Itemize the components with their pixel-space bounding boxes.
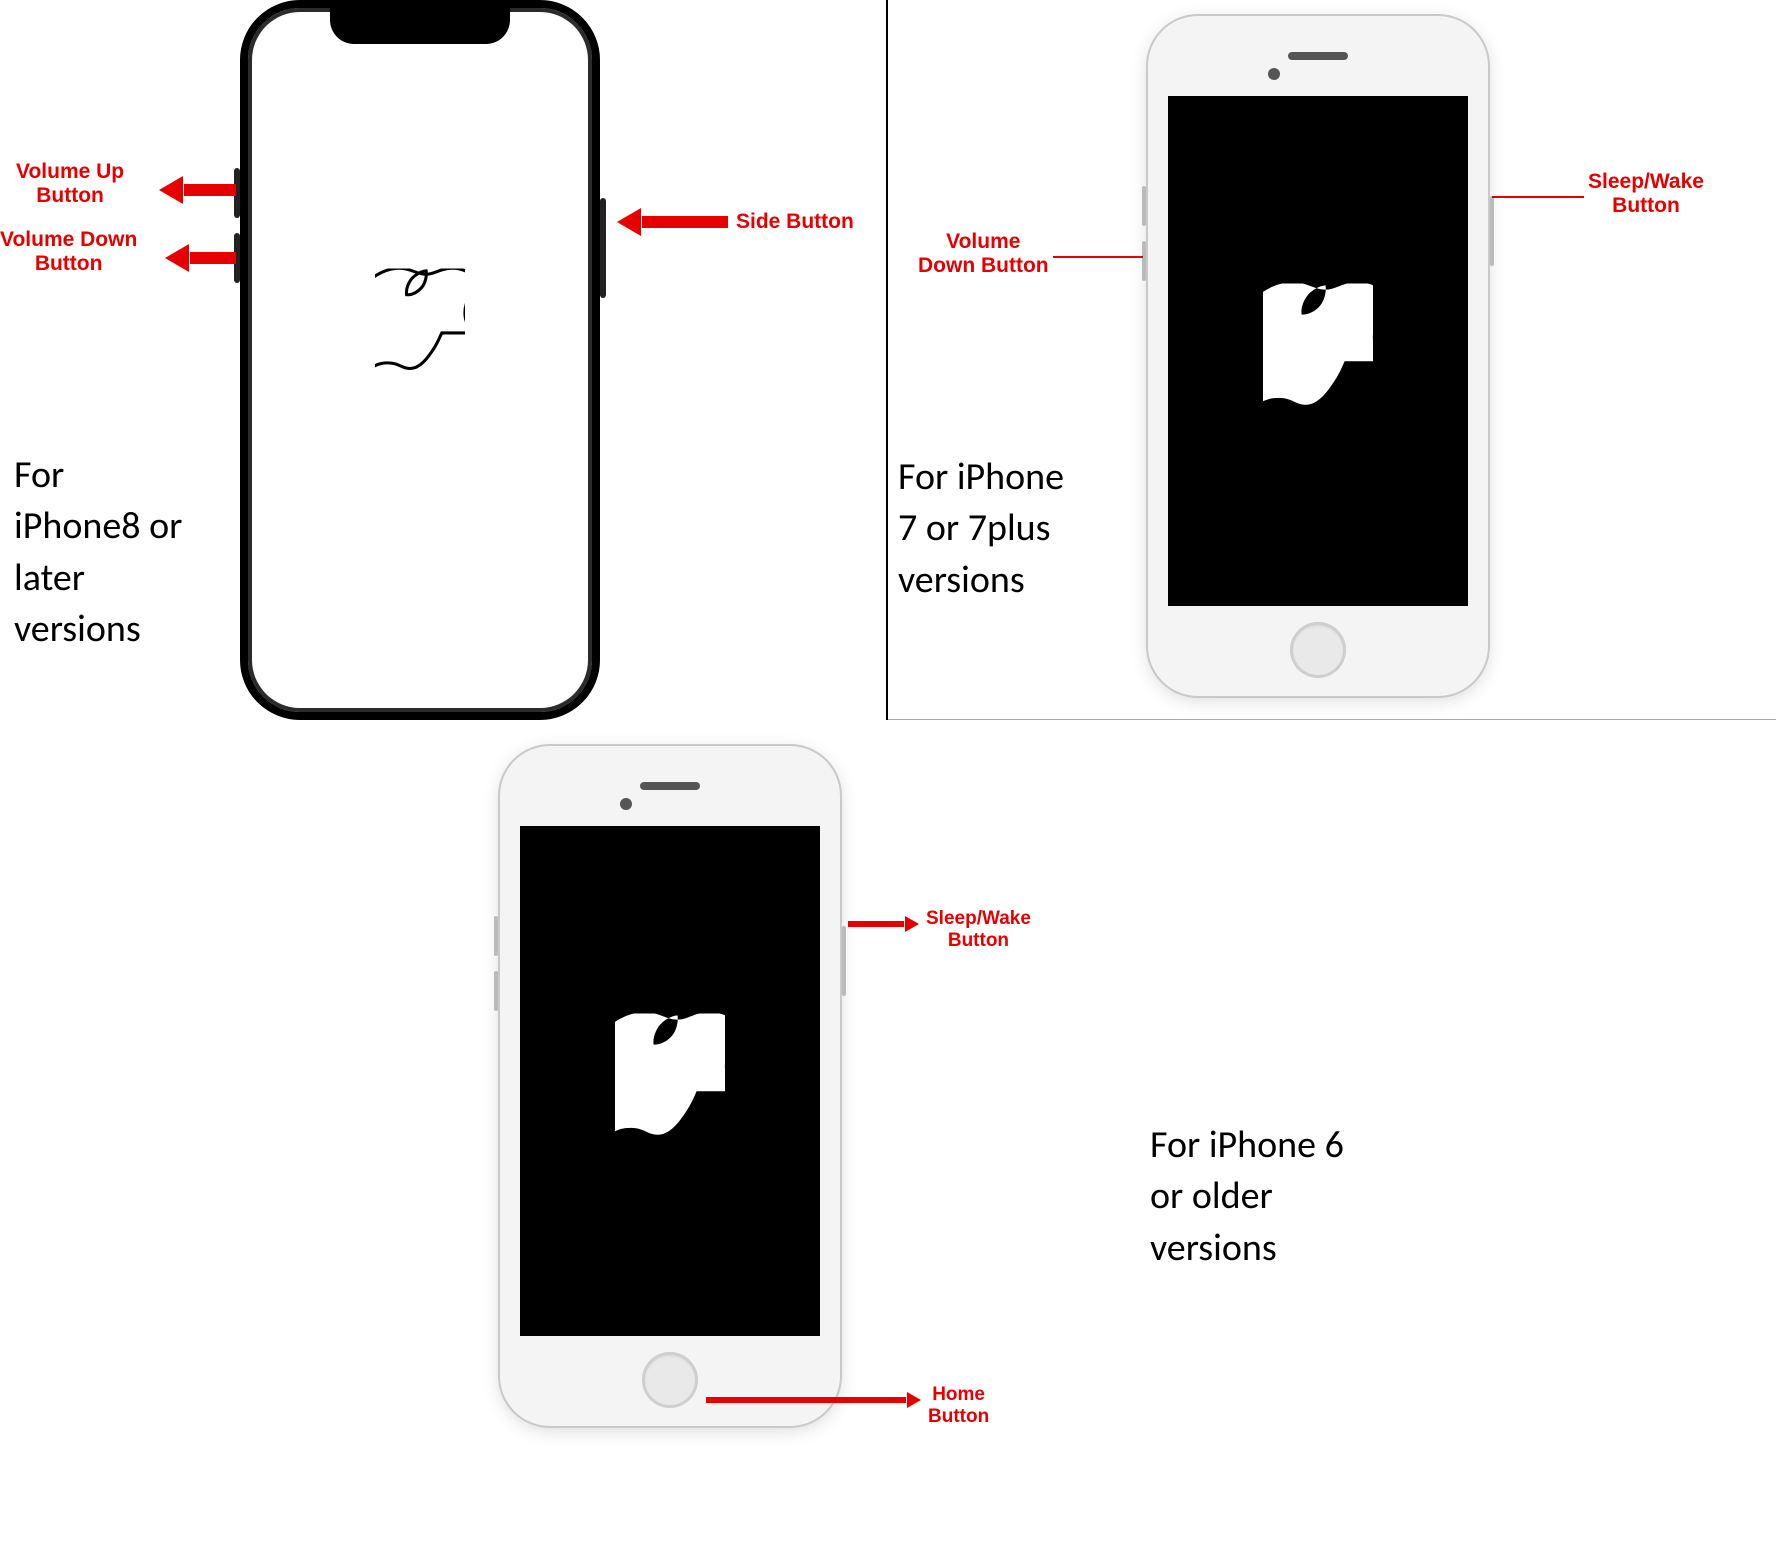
- volume-up-side: [494, 916, 498, 956]
- phone-front-camera: [620, 798, 632, 810]
- label-volume-down: Volume Down Button: [0, 228, 137, 276]
- panel-iphone8-later: Volume Up Button Volume Down Button Side…: [0, 0, 888, 720]
- home-button: [1290, 622, 1346, 678]
- panel-iphone7: Volume Down Button Sleep/Wake Button For…: [888, 0, 1776, 720]
- apple-logo-icon: [1263, 284, 1373, 419]
- line-sleepwake-7: [1492, 196, 1584, 198]
- iphone6-illustration: [500, 746, 840, 1426]
- label-volume-up: Volume Up Button: [16, 160, 124, 208]
- caption-iphone8: For iPhone8 or later versions: [14, 450, 182, 655]
- volume-down-side: [494, 971, 498, 1011]
- sleep-wake-side: [1490, 196, 1494, 266]
- caption-iphone6: For iPhone 6 or older versions: [1150, 1120, 1344, 1274]
- apple-logo-icon: [375, 268, 465, 381]
- label-home-6: Home Button: [928, 1384, 989, 1428]
- phone-front-camera: [1268, 68, 1280, 80]
- volume-down-side: [1142, 241, 1146, 281]
- phone-speaker: [1288, 52, 1348, 60]
- iphone-notch-illustration: [240, 0, 600, 720]
- line-volume-down-7: [1053, 256, 1143, 258]
- sleep-wake-side: [842, 926, 846, 996]
- label-side-button: Side Button: [736, 210, 854, 234]
- label-sleepwake-7: Sleep/Wake Button: [1588, 170, 1704, 218]
- phone-screen: [520, 826, 820, 1336]
- caption-iphone7: For iPhone 7 or 7plus versions: [898, 452, 1064, 606]
- label-volume-down-7: Volume Down Button: [918, 230, 1049, 278]
- iphone7-illustration: [1148, 16, 1488, 696]
- phone-screen: [1168, 96, 1468, 606]
- phone-notch: [330, 6, 510, 44]
- home-button: [642, 1352, 698, 1408]
- apple-logo-icon: [615, 1014, 725, 1149]
- volume-up-side: [1142, 186, 1146, 226]
- side-button: [600, 198, 606, 298]
- panel-iphone6: Sleep/Wake Button Home Button For iPhone…: [300, 720, 1500, 1552]
- phone-speaker: [640, 782, 700, 790]
- label-sleepwake-6: Sleep/Wake Button: [926, 908, 1031, 952]
